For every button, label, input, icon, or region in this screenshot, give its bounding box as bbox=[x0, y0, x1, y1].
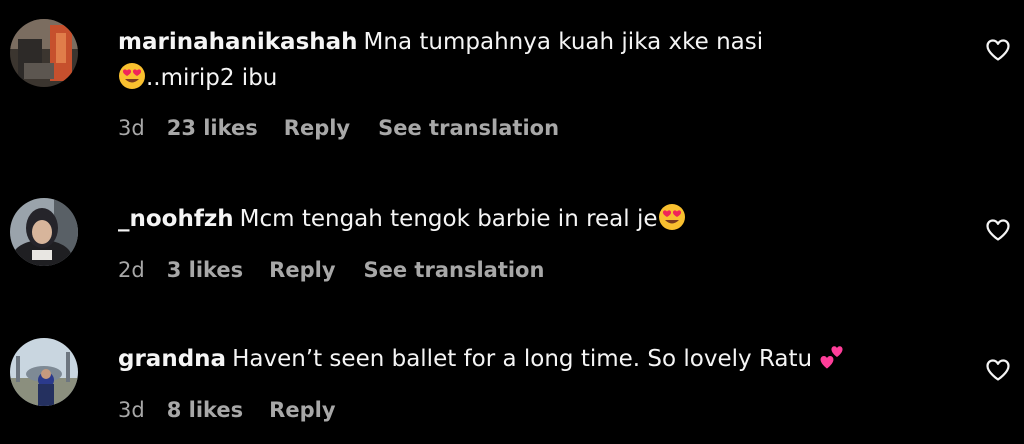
likes-count-link[interactable]: 8 likes bbox=[167, 398, 243, 422]
comment-text: grandna Haven’t seen ballet for a long ti… bbox=[118, 341, 938, 382]
avatar[interactable] bbox=[10, 198, 78, 266]
like-heart-icon[interactable] bbox=[985, 218, 1011, 242]
two-hearts-emoji-icon bbox=[819, 343, 849, 382]
comment-text: _noohfzh Mcm tengah tengok barbie in real… bbox=[118, 201, 938, 242]
avatar-image bbox=[10, 338, 78, 406]
heart-eyes-emoji-icon bbox=[658, 203, 686, 242]
comment-username[interactable]: grandna bbox=[118, 346, 226, 372]
like-heart-icon[interactable] bbox=[985, 38, 1011, 62]
avatar-image bbox=[10, 198, 78, 266]
avatar-image bbox=[10, 19, 78, 87]
comment-body: Mcm tengah tengok barbie in real je bbox=[239, 206, 658, 232]
comment-meta: 2d 3 likes Reply See translation bbox=[118, 258, 544, 282]
comment-timestamp: 2d bbox=[118, 258, 145, 282]
heart-eyes-emoji-icon bbox=[118, 62, 146, 101]
comment-meta: 3d 8 likes Reply bbox=[118, 398, 364, 422]
avatar[interactable] bbox=[10, 19, 78, 87]
likes-count-link[interactable]: 3 likes bbox=[167, 258, 243, 282]
avatar[interactable] bbox=[10, 338, 78, 406]
comment-body: Haven’t seen ballet for a long time. So … bbox=[232, 346, 813, 372]
comment-body: Mna tumpahnya kuah jika xke nasi bbox=[363, 29, 764, 55]
comment-username[interactable]: _noohfzh bbox=[118, 206, 234, 232]
see-translation-button[interactable]: See translation bbox=[364, 258, 545, 282]
comment-text: marinahanikashah Mna tumpahnya kuah jika … bbox=[118, 24, 938, 101]
comment-body-continued: ..mirip2 ibu bbox=[146, 65, 278, 91]
like-heart-icon[interactable] bbox=[985, 358, 1011, 382]
comment-timestamp: 3d bbox=[118, 116, 145, 140]
comment-timestamp: 3d bbox=[118, 398, 145, 422]
reply-button[interactable]: Reply bbox=[269, 398, 335, 422]
reply-button[interactable]: Reply bbox=[284, 116, 350, 140]
comment-meta: 3d 23 likes Reply See translation bbox=[118, 116, 559, 140]
comment-username[interactable]: marinahanikashah bbox=[118, 29, 358, 55]
reply-button[interactable]: Reply bbox=[269, 258, 335, 282]
likes-count-link[interactable]: 23 likes bbox=[167, 116, 258, 140]
see-translation-button[interactable]: See translation bbox=[378, 116, 559, 140]
